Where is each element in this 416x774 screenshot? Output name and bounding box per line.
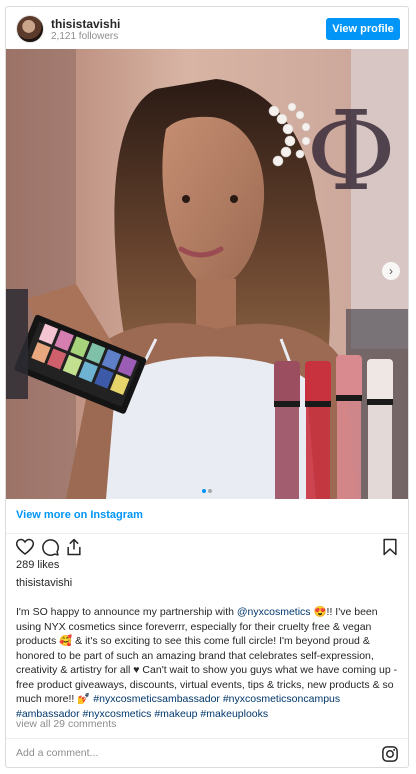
butter-gloss-pink: [336, 355, 362, 499]
carousel-dot: [208, 489, 212, 493]
mention-link[interactable]: @nyxcosmetics: [237, 606, 311, 618]
caption-author[interactable]: thisistavishi: [16, 577, 72, 589]
lip-gloss-red-leopard: [305, 361, 331, 499]
filler-lip-leopard: [367, 359, 393, 499]
lip-gloss-mauve: [274, 361, 300, 499]
instagram-embed-card: thisistavishi 2,121 followers View profi…: [5, 6, 409, 768]
like-count[interactable]: 289 likes: [16, 559, 59, 571]
heart-icon[interactable]: [15, 537, 35, 557]
svg-text:Φ: Φ: [306, 87, 396, 215]
post-image[interactable]: Φ ›: [6, 49, 408, 499]
avatar[interactable]: [16, 15, 44, 43]
comment-bar: [6, 738, 408, 767]
instagram-logo-icon[interactable]: [381, 745, 399, 763]
action-bar: [6, 533, 408, 561]
view-comments-link[interactable]: view all 29 comments: [16, 718, 116, 730]
username[interactable]: thisistavishi: [51, 17, 120, 31]
post-header: thisistavishi 2,121 followers View profi…: [6, 7, 408, 49]
carousel-dots: [202, 480, 214, 493]
caption-text-part: 😍!! I've been using NYX cosmetics since …: [16, 606, 398, 705]
caption-text-part: I'm SO happy to announce my partnership …: [16, 606, 237, 618]
view-more-link[interactable]: View more on Instagram: [16, 509, 143, 521]
carousel-next-arrow[interactable]: ›: [382, 262, 400, 280]
comment-icon[interactable]: [40, 537, 60, 557]
view-more-section: View more on Instagram: [6, 499, 408, 534]
share-icon[interactable]: [64, 537, 84, 557]
comment-input[interactable]: [16, 747, 346, 759]
carousel-dot: [202, 489, 206, 493]
follower-count: 2,121 followers: [51, 31, 119, 42]
caption-text: I'm SO happy to announce my partnership …: [16, 605, 402, 721]
view-profile-button[interactable]: View profile: [326, 18, 400, 40]
bookmark-icon[interactable]: [380, 537, 400, 557]
